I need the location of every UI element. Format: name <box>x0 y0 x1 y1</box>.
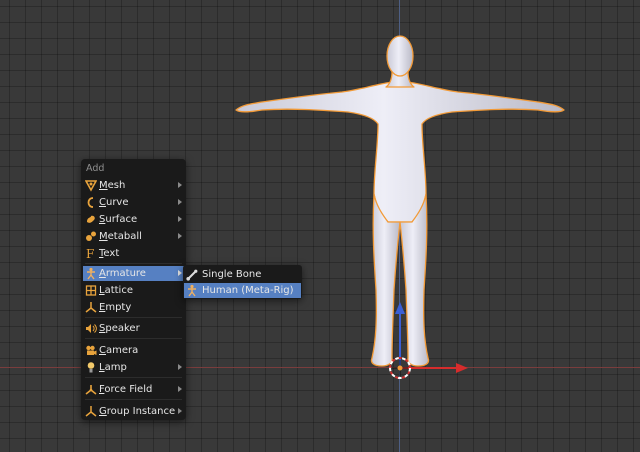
menu-item-lattice[interactable]: Lattice <box>83 283 184 298</box>
submenu-item-human-meta-rig[interactable]: Human (Meta-Rig) <box>184 283 301 298</box>
menu-item-speaker[interactable]: Speaker <box>83 321 184 336</box>
bone-icon <box>186 269 198 281</box>
menu-item-text[interactable]: F Text <box>83 246 184 261</box>
submenu-arrow-icon <box>178 270 182 276</box>
menu-separator <box>85 317 182 318</box>
menu-item-force-field[interactable]: Force Field <box>83 382 184 397</box>
menu-item-mesh[interactable]: Mesh <box>83 178 184 193</box>
force-field-icon <box>85 385 97 395</box>
submenu-item-label: Human (Meta-Rig) <box>202 285 294 296</box>
menu-item-label: Text <box>99 248 120 259</box>
text-icon: F <box>86 247 94 260</box>
menu-item-group-instance[interactable]: Group Instance <box>83 404 184 419</box>
menu-item-label: Lamp <box>99 362 127 373</box>
menu-item-curve[interactable]: Curve <box>83 195 184 210</box>
menu-item-label: Curve <box>99 197 129 208</box>
group-instance-icon <box>85 406 97 417</box>
menu-separator <box>85 338 182 339</box>
curve-icon <box>87 197 94 208</box>
lattice-icon <box>85 285 97 296</box>
menu-item-camera[interactable]: Camera <box>83 343 184 358</box>
armature-icon <box>87 267 95 280</box>
armature-submenu: Single Bone Human (Meta-Rig) <box>183 265 302 299</box>
submenu-arrow-icon <box>178 408 182 414</box>
lamp-icon <box>87 362 95 373</box>
menu-item-lamp[interactable]: Lamp <box>83 360 184 375</box>
menu-item-label: Camera <box>99 345 139 356</box>
add-menu: Add Mesh Curve Surface Metaball F Text A… <box>81 159 186 420</box>
empty-icon <box>85 302 97 313</box>
3d-cursor[interactable] <box>389 357 411 379</box>
submenu-arrow-icon <box>178 386 182 392</box>
menu-separator <box>85 377 182 378</box>
submenu-arrow-icon <box>178 182 182 188</box>
submenu-item-label: Single Bone <box>202 269 262 280</box>
mesh-icon <box>85 180 97 192</box>
menu-item-label: Empty <box>99 302 132 313</box>
menu-item-label: Force Field <box>99 384 153 395</box>
add-menu-title: Add <box>86 163 105 174</box>
menu-item-label: Lattice <box>99 285 133 296</box>
menu-item-label: Metaball <box>99 231 142 242</box>
menu-item-metaball[interactable]: Metaball <box>83 229 184 244</box>
menu-item-label: Armature <box>99 268 146 279</box>
menu-item-label: Speaker <box>99 323 140 334</box>
submenu-arrow-icon <box>178 216 182 222</box>
submenu-arrow-icon <box>178 199 182 205</box>
menu-separator <box>85 263 182 264</box>
metaball-icon <box>86 231 96 241</box>
camera-icon <box>86 345 97 355</box>
menu-separator <box>85 399 182 400</box>
menu-item-surface[interactable]: Surface <box>83 212 184 227</box>
submenu-arrow-icon <box>178 233 182 239</box>
menu-item-empty[interactable]: Empty <box>83 300 184 315</box>
menu-item-label: Group Instance <box>99 406 176 417</box>
menu-item-label: Surface <box>99 214 138 225</box>
submenu-arrow-icon <box>178 364 182 370</box>
submenu-item-single-bone[interactable]: Single Bone <box>184 267 301 282</box>
speaker-icon <box>86 324 97 333</box>
menu-item-label: Mesh <box>99 180 126 191</box>
svg-text:F: F <box>86 247 94 260</box>
surface-icon <box>87 215 95 223</box>
menu-item-armature[interactable]: Armature <box>83 266 184 281</box>
armature-icon <box>188 284 196 297</box>
